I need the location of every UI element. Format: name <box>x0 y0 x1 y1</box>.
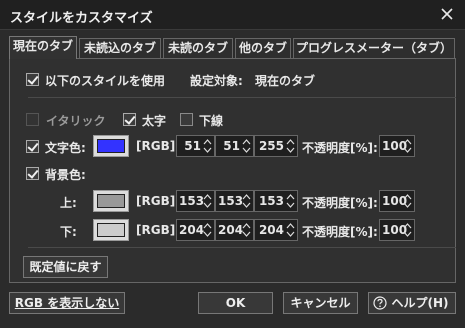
bold-checkbox[interactable] <box>123 113 136 126</box>
underline-checkbox[interactable] <box>180 113 193 126</box>
separator <box>28 247 456 248</box>
text-color-label: 文字色: <box>45 141 86 155</box>
bg-top-g-stepper[interactable]: 153 <box>215 190 254 212</box>
bg-top-label: 上: <box>60 196 77 210</box>
bg-top-rgb-label: [RGB]: <box>136 194 181 208</box>
stepper-arrows-icon[interactable] <box>285 192 296 210</box>
ok-button[interactable]: OK <box>198 292 273 314</box>
bg-bottom-r-stepper[interactable]: 204 <box>176 219 215 241</box>
text-color-r-stepper[interactable]: 51 <box>176 135 215 157</box>
underline-label: 下線 <box>199 114 224 128</box>
stepper-arrows-icon[interactable] <box>285 221 296 239</box>
question-circle-icon <box>373 296 387 310</box>
text-color-b-stepper[interactable]: 255 <box>254 135 298 157</box>
stepper-arrows-icon[interactable] <box>402 221 413 239</box>
stepper-arrows-icon[interactable] <box>241 221 252 239</box>
bg-bottom-g-stepper[interactable]: 204 <box>215 219 254 241</box>
text-color-opacity-stepper[interactable]: 100 <box>379 135 415 157</box>
text-color-g-stepper[interactable]: 51 <box>215 135 254 157</box>
stepper-arrows-icon[interactable] <box>402 137 413 155</box>
bg-color-checkbox[interactable] <box>26 167 39 180</box>
use-style-checkbox[interactable] <box>26 73 39 86</box>
tab-progress-meter[interactable]: プログレスメーター（タブ） <box>293 38 455 59</box>
bg-bottom-label: 下: <box>60 225 77 239</box>
reset-defaults-button[interactable]: 既定値に戻す <box>23 256 108 278</box>
bg-top-opacity-label: 不透明度[%]: <box>302 196 378 210</box>
text-color-opacity-label: 不透明度[%]: <box>302 141 378 155</box>
bg-color-label: 背景色: <box>45 168 86 182</box>
target-label: 設定対象: <box>190 74 243 88</box>
stepper-arrows-icon[interactable] <box>202 137 213 155</box>
window-title: スタイルをカスタマイズ <box>10 11 153 26</box>
italic-checkbox[interactable] <box>26 113 39 126</box>
bg-bottom-b-stepper[interactable]: 204 <box>254 219 298 241</box>
separator <box>28 97 456 98</box>
italic-label: イタリック <box>46 114 106 128</box>
text-color-rgb-label: [RGB]: <box>136 139 181 153</box>
tab-other[interactable]: 他のタブ <box>235 38 291 59</box>
tab-current[interactable]: 現在のタブ <box>9 36 77 59</box>
target-value: 現在のタブ <box>255 74 316 88</box>
bg-bottom-rgb-label: [RGB]: <box>136 223 181 237</box>
bg-bottom-swatch[interactable] <box>93 219 129 241</box>
stepper-arrows-icon[interactable] <box>285 137 296 155</box>
tab-unloaded[interactable]: 未読込のタブ <box>79 38 161 59</box>
text-color-checkbox[interactable] <box>26 140 39 153</box>
help-label: ヘルプ(H) <box>391 296 449 310</box>
stepper-arrows-icon[interactable] <box>202 192 213 210</box>
cancel-button[interactable]: キャンセル <box>283 292 358 314</box>
tab-unread[interactable]: 未読のタブ <box>163 38 233 59</box>
close-icon[interactable] <box>437 4 457 24</box>
stepper-arrows-icon[interactable] <box>402 192 413 210</box>
help-button[interactable]: ヘルプ(H) <box>368 292 456 314</box>
bold-label: 太字 <box>142 114 167 128</box>
bg-top-opacity-stepper[interactable]: 100 <box>379 190 415 212</box>
tab-panel: 以下のスタイルを使用 設定対象: 現在のタブ イタリック 太字 下線 文字色: … <box>9 58 456 283</box>
bg-top-swatch[interactable] <box>93 190 129 212</box>
text-color-swatch[interactable] <box>93 135 129 157</box>
bg-bottom-opacity-label: 不透明度[%]: <box>302 225 378 239</box>
use-style-label: 以下のスタイルを使用 <box>45 74 166 88</box>
stepper-arrows-icon[interactable] <box>241 192 252 210</box>
bg-bottom-opacity-stepper[interactable]: 100 <box>379 219 415 241</box>
stepper-arrows-icon[interactable] <box>241 137 252 155</box>
title-bar: スタイルをカスタマイズ <box>0 0 465 30</box>
hide-rgb-button[interactable]: RGB を表示しない <box>9 292 125 314</box>
stepper-arrows-icon[interactable] <box>202 221 213 239</box>
bg-top-b-stepper[interactable]: 153 <box>254 190 298 212</box>
bg-top-r-stepper[interactable]: 153 <box>176 190 215 212</box>
